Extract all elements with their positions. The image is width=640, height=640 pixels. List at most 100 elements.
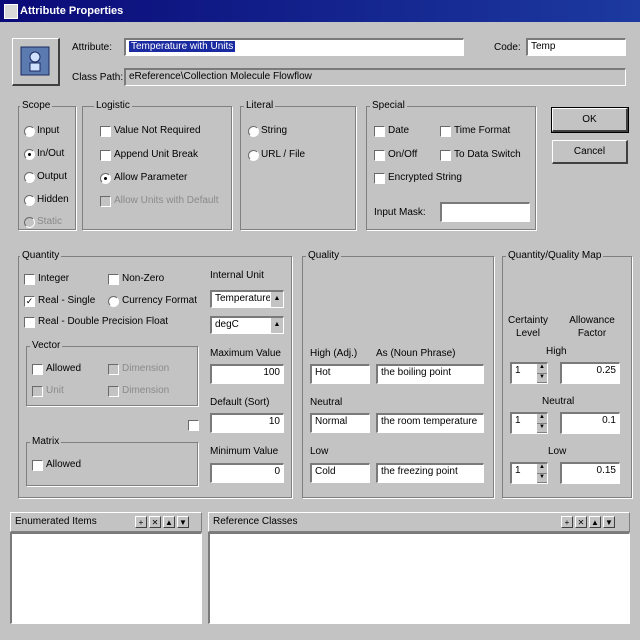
enum-move-up-icon[interactable]: ▲ bbox=[163, 516, 175, 528]
currency-label: Currency Format bbox=[122, 295, 198, 306]
qqmap-title: Quantity/Quality Map bbox=[506, 250, 604, 261]
attribute-icon bbox=[12, 38, 60, 86]
internal-unit-combo[interactable]: Temperature ▲▼ bbox=[210, 290, 284, 308]
ref-move-up-icon[interactable]: ▲ bbox=[589, 516, 601, 528]
qqmap-low-label: Low bbox=[548, 446, 567, 457]
title-bar[interactable]: Attribute Properties bbox=[0, 0, 640, 22]
special-timeformat-checkbox[interactable] bbox=[440, 126, 451, 137]
allow-units-checkbox[interactable] bbox=[100, 196, 111, 207]
special-encrypted-checkbox[interactable] bbox=[374, 173, 385, 184]
max-value-label: Maximum Value bbox=[210, 348, 281, 359]
high-certainty-spinner[interactable]: 1 ▲ ▼ bbox=[510, 362, 548, 384]
code-field[interactable]: Temp bbox=[526, 38, 626, 56]
enum-move-down-icon[interactable]: ▼ bbox=[177, 516, 189, 528]
allow-parameter-label: Allow Parameter bbox=[114, 172, 188, 183]
integer-label: Integer bbox=[38, 273, 70, 284]
literal-group bbox=[240, 106, 356, 230]
high-certainty-value: 1 bbox=[515, 365, 521, 376]
quality-high-field[interactable]: Hot bbox=[310, 364, 370, 384]
reference-header: Reference Classes + ✕ ▲ ▼ bbox=[208, 512, 630, 532]
allow-parameter-radio[interactable] bbox=[100, 173, 111, 184]
special-date-label: Date bbox=[388, 125, 410, 136]
low-certainty-value: 1 bbox=[515, 465, 521, 476]
quality-neutral-field[interactable]: Normal bbox=[310, 413, 370, 433]
ok-button[interactable]: OK bbox=[551, 107, 629, 133]
matrix-allowed-label: Allowed bbox=[46, 459, 82, 470]
special-dataswitch-checkbox[interactable] bbox=[440, 150, 451, 161]
enumerated-title: Enumerated Items bbox=[15, 516, 97, 527]
vector-allowed-label: Allowed bbox=[46, 363, 82, 374]
integer-checkbox[interactable] bbox=[24, 274, 35, 285]
vector-dimension-label: Dimension bbox=[122, 363, 170, 374]
cancel-button[interactable]: Cancel bbox=[552, 140, 628, 164]
value-not-required-label: Value Not Required bbox=[114, 125, 201, 136]
unit-dropdown-icon[interactable]: ▲▼ bbox=[270, 318, 283, 333]
special-timeformat-label: Time Format bbox=[454, 125, 511, 136]
high-allowance-field[interactable]: 0.25 bbox=[560, 362, 620, 384]
unit-combo[interactable]: degC ▲▼ bbox=[210, 316, 284, 334]
quality-low-phrase-field[interactable]: the freezing point bbox=[376, 463, 484, 483]
internal-unit-dropdown-icon[interactable]: ▲▼ bbox=[270, 292, 283, 307]
real-double-checkbox[interactable] bbox=[24, 317, 35, 328]
vector-dimension2-checkbox[interactable] bbox=[108, 386, 119, 397]
special-date-checkbox[interactable] bbox=[374, 126, 385, 137]
real-single-checkbox[interactable]: ✓ bbox=[24, 296, 35, 307]
neutral-spin-arrows-icon[interactable]: ▲ ▼ bbox=[536, 414, 547, 433]
enumerated-header: Enumerated Items + ✕ ▲ ▼ bbox=[10, 512, 202, 532]
scope-input-radio[interactable] bbox=[24, 126, 35, 137]
scope-output-radio[interactable] bbox=[24, 172, 35, 183]
nonzero-checkbox[interactable] bbox=[108, 274, 119, 285]
vector-dimension-checkbox[interactable] bbox=[108, 364, 119, 375]
neutral-certainty-spinner[interactable]: 1 ▲ ▼ bbox=[510, 412, 548, 434]
default-value-field[interactable]: 10 bbox=[210, 413, 284, 433]
certainty-label: Certainty Level bbox=[508, 315, 549, 339]
min-value-field[interactable]: 0 bbox=[210, 463, 284, 483]
enumerated-list[interactable] bbox=[10, 532, 202, 624]
internal-unit-label: Internal Unit bbox=[210, 270, 264, 281]
ref-add-icon[interactable]: + bbox=[561, 516, 573, 528]
logistic-title: Logistic bbox=[94, 100, 132, 111]
low-certainty-spinner[interactable]: 1 ▲ ▼ bbox=[510, 462, 548, 484]
quality-low-field[interactable]: Cold bbox=[310, 463, 370, 483]
special-encrypted-label: Encrypted String bbox=[388, 172, 462, 183]
max-value-field[interactable]: 100 bbox=[210, 364, 284, 384]
scope-hidden-radio[interactable] bbox=[24, 195, 35, 206]
low-spin-arrows-icon[interactable]: ▲ ▼ bbox=[536, 464, 547, 483]
ref-move-down-icon[interactable]: ▼ bbox=[603, 516, 615, 528]
allowance-label: Allowance Factor bbox=[569, 315, 615, 339]
matrix-allowed-checkbox[interactable] bbox=[32, 460, 43, 471]
default-value-label: Default (Sort) bbox=[210, 397, 270, 408]
vector-extra-checkbox[interactable] bbox=[188, 420, 199, 431]
currency-radio[interactable] bbox=[108, 296, 119, 307]
neutral-certainty-value: 1 bbox=[515, 415, 521, 426]
low-allowance-field[interactable]: 0.15 bbox=[560, 462, 620, 484]
special-title: Special bbox=[370, 100, 407, 111]
allow-units-label: Allow Units with Default bbox=[114, 195, 219, 206]
enum-add-icon[interactable]: + bbox=[135, 516, 147, 528]
attribute-properties-dialog: Attribute Properties Attribute: Temperat… bbox=[0, 0, 640, 640]
special-onoff-checkbox[interactable] bbox=[374, 150, 385, 161]
vector-unit-checkbox[interactable] bbox=[32, 386, 43, 397]
enum-delete-icon[interactable]: ✕ bbox=[149, 516, 161, 528]
value-not-required-checkbox[interactable] bbox=[100, 126, 111, 137]
literal-string-radio[interactable] bbox=[248, 126, 259, 137]
window-title: Attribute Properties bbox=[20, 5, 124, 17]
qqmap-neutral-label: Neutral bbox=[542, 396, 575, 407]
high-spin-arrows-icon[interactable]: ▲ ▼ bbox=[536, 364, 547, 383]
scope-static-radio[interactable] bbox=[24, 217, 35, 228]
reference-list[interactable] bbox=[208, 532, 630, 624]
quality-high-phrase-field[interactable]: the boiling point bbox=[376, 364, 484, 384]
literal-url-radio[interactable] bbox=[248, 150, 259, 161]
attribute-name-field[interactable]: Temperature with Units bbox=[124, 38, 464, 56]
quality-neutral-phrase-field[interactable]: the room temperature bbox=[376, 413, 484, 433]
append-unit-break-label: Append Unit Break bbox=[114, 149, 198, 160]
scope-inout-radio[interactable] bbox=[24, 149, 35, 160]
qqmap-high-label: High bbox=[546, 346, 567, 357]
append-unit-break-checkbox[interactable] bbox=[100, 150, 111, 161]
min-value-label: Minimum Value bbox=[210, 446, 279, 457]
ref-delete-icon[interactable]: ✕ bbox=[575, 516, 587, 528]
neutral-allowance-field[interactable]: 0.1 bbox=[560, 412, 620, 434]
literal-title: Literal bbox=[244, 100, 276, 111]
vector-allowed-checkbox[interactable] bbox=[32, 364, 43, 375]
input-mask-field[interactable] bbox=[440, 202, 530, 222]
